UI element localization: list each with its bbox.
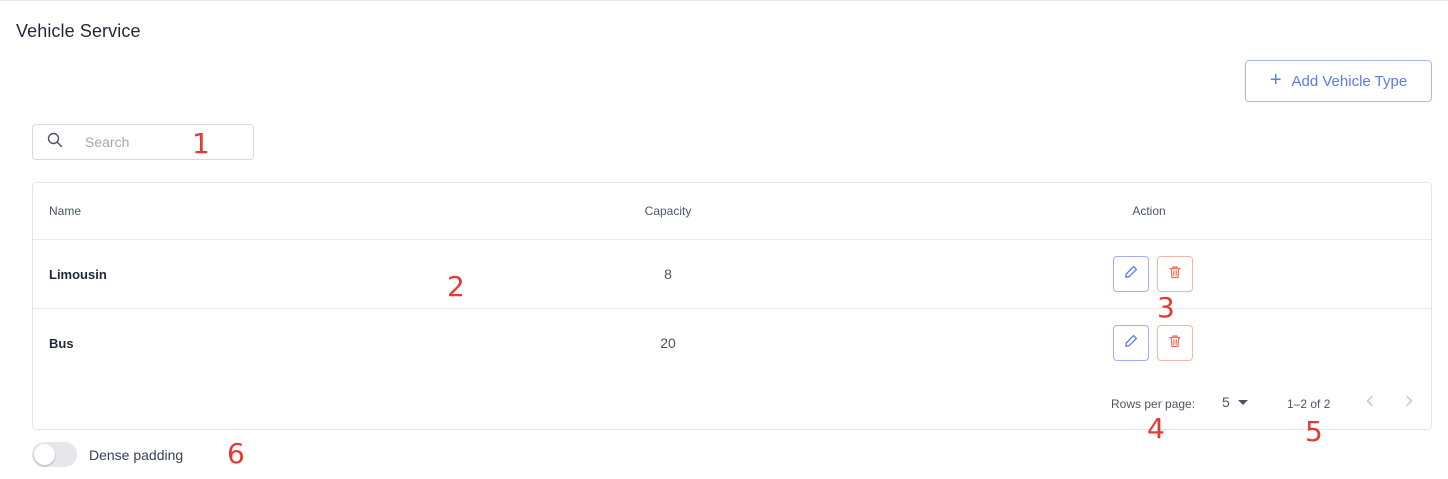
table-row: Bus 20	[33, 309, 1431, 378]
edit-button[interactable]	[1113, 325, 1149, 361]
vehicle-name: Bus	[49, 336, 74, 351]
vehicle-name: Limousin	[49, 267, 107, 282]
row-actions	[1113, 256, 1193, 292]
table-header: Name Capacity Action	[33, 183, 1431, 240]
edit-icon	[1124, 334, 1138, 353]
trash-icon	[1168, 265, 1182, 284]
trash-icon	[1168, 334, 1182, 353]
pagination-range: 1–2 of 2	[1287, 397, 1331, 411]
delete-button[interactable]	[1157, 325, 1193, 361]
previous-page-button[interactable]	[1360, 393, 1380, 413]
edit-button[interactable]	[1113, 256, 1149, 292]
top-divider	[0, 0, 1448, 2]
annotation-marker-3: 3	[1157, 291, 1175, 324]
next-page-button[interactable]	[1399, 393, 1419, 413]
table-row: Limousin 8	[33, 240, 1431, 309]
caret-down-icon	[1237, 399, 1248, 405]
plus-icon: +	[1269, 69, 1282, 91]
rows-per-page-value: 5	[1222, 394, 1230, 410]
annotation-marker-5: 5	[1305, 415, 1323, 448]
chevron-right-icon	[1403, 394, 1415, 412]
dense-padding-toggle[interactable]	[32, 442, 77, 467]
rows-per-page-select[interactable]: 5	[1222, 394, 1248, 410]
edit-icon	[1124, 265, 1138, 284]
rows-per-page-label: Rows per page:	[1111, 397, 1196, 411]
search-icon	[47, 132, 63, 153]
delete-button[interactable]	[1157, 256, 1193, 292]
annotation-marker-1: 1	[192, 127, 210, 160]
search-box[interactable]	[32, 124, 254, 160]
page-title: Vehicle Service	[16, 21, 141, 41]
annotation-marker-6: 6	[227, 437, 245, 470]
dense-padding-label: Dense padding	[89, 446, 184, 463]
annotation-marker-4: 4	[1147, 412, 1165, 445]
chevron-left-icon	[1364, 394, 1376, 412]
toggle-knob	[34, 444, 55, 465]
add-vehicle-type-label: Add Vehicle Type	[1291, 72, 1408, 90]
dense-padding-control: Dense padding	[32, 442, 183, 467]
table-pagination: Rows per page: 5 1–2 of 2	[33, 379, 1431, 427]
annotation-marker-2: 2	[447, 270, 465, 303]
add-vehicle-type-button[interactable]: + Add Vehicle Type	[1245, 60, 1432, 102]
column-header-name[interactable]: Name	[49, 204, 81, 218]
vehicle-table: Name Capacity Action Limousin 8 Bus 20 R…	[32, 182, 1432, 430]
row-actions	[1113, 325, 1193, 361]
